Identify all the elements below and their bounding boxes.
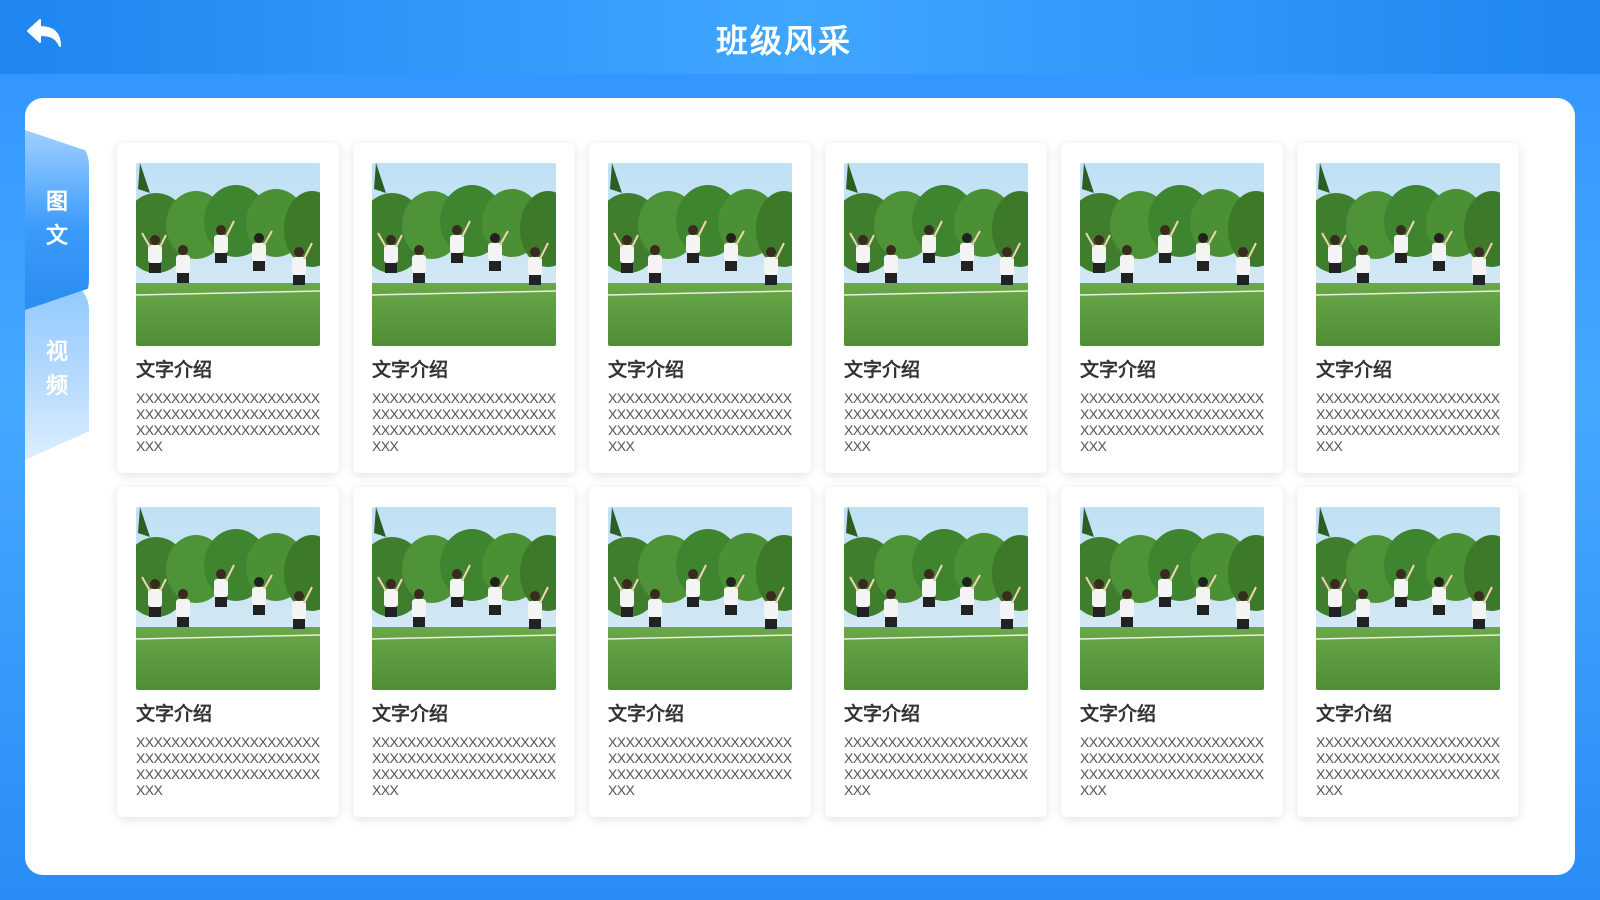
card-title: 文字介绍: [1316, 359, 1393, 381]
card-description: XXXXXXXXXXXXXXXXXXXXXXXXXXXXXXXXXXXXXXXX…: [844, 390, 1028, 454]
content-card[interactable]: 文字介绍 XXXXXXXXXXXXXXXXXXXXXXXXXXXXXXXXXXX…: [589, 487, 811, 817]
tab-video-label-2: 频: [45, 374, 68, 399]
class-photo-thumbnail: [136, 507, 320, 690]
class-photo-thumbnail: [1316, 507, 1500, 690]
tab-image-text[interactable]: 图 文: [25, 130, 89, 310]
content-card[interactable]: 文字介绍 XXXXXXXXXXXXXXXXXXXXXXXXXXXXXXXXXXX…: [1061, 143, 1283, 473]
content-card[interactable]: 文字介绍 XXXXXXXXXXXXXXXXXXXXXXXXXXXXXXXXXXX…: [825, 143, 1047, 473]
content-panel: 视 频 图 文 文字介绍 XXXXXXXXXXXXXXXXXXXXXXXXXXX…: [25, 98, 1575, 875]
card-description: XXXXXXXXXXXXXXXXXXXXXXXXXXXXXXXXXXXXXXXX…: [1316, 734, 1500, 798]
card-description: XXXXXXXXXXXXXXXXXXXXXXXXXXXXXXXXXXXXXXXX…: [608, 390, 792, 454]
card-grid: 文字介绍 XXXXXXXXXXXXXXXXXXXXXXXXXXXXXXXXXXX…: [117, 143, 1541, 817]
card-title: 文字介绍: [844, 359, 921, 381]
class-photo-thumbnail: [372, 163, 556, 346]
card-description: XXXXXXXXXXXXXXXXXXXXXXXXXXXXXXXXXXXXXXXX…: [1080, 390, 1264, 454]
content-card[interactable]: 文字介绍 XXXXXXXXXXXXXXXXXXXXXXXXXXXXXXXXXXX…: [117, 487, 339, 817]
content-card[interactable]: 文字介绍 XXXXXXXXXXXXXXXXXXXXXXXXXXXXXXXXXXX…: [1297, 487, 1519, 817]
card-title: 文字介绍: [844, 703, 921, 725]
class-photo-thumbnail: [1080, 507, 1264, 690]
side-tabs: 视 频 图 文: [25, 130, 89, 460]
tab-image-text-label-1: 图: [45, 190, 68, 215]
card-title: 文字介绍: [608, 703, 685, 725]
class-photo-thumbnail: [136, 163, 320, 346]
content-card[interactable]: 文字介绍 XXXXXXXXXXXXXXXXXXXXXXXXXXXXXXXXXXX…: [589, 143, 811, 473]
content-card[interactable]: 文字介绍 XXXXXXXXXXXXXXXXXXXXXXXXXXXXXXXXXXX…: [1297, 143, 1519, 473]
card-description: XXXXXXXXXXXXXXXXXXXXXXXXXXXXXXXXXXXXXXXX…: [136, 734, 320, 798]
content-card[interactable]: 文字介绍 XXXXXXXXXXXXXXXXXXXXXXXXXXXXXXXXXXX…: [825, 487, 1047, 817]
card-title: 文字介绍: [372, 359, 449, 381]
top-bar: 班级风采: [0, 0, 1600, 74]
card-title: 文字介绍: [608, 359, 685, 381]
card-description: XXXXXXXXXXXXXXXXXXXXXXXXXXXXXXXXXXXXXXXX…: [608, 734, 792, 798]
card-title: 文字介绍: [136, 359, 213, 381]
card-title: 文字介绍: [372, 703, 449, 725]
class-photo-thumbnail: [608, 507, 792, 690]
card-description: XXXXXXXXXXXXXXXXXXXXXXXXXXXXXXXXXXXXXXXX…: [372, 390, 556, 454]
content-card[interactable]: 文字介绍 XXXXXXXXXXXXXXXXXXXXXXXXXXXXXXXXXXX…: [117, 143, 339, 473]
class-photo-thumbnail: [844, 163, 1028, 346]
content-card[interactable]: 文字介绍 XXXXXXXXXXXXXXXXXXXXXXXXXXXXXXXXXXX…: [353, 487, 575, 817]
class-photo-thumbnail: [844, 507, 1028, 690]
content-card[interactable]: 文字介绍 XXXXXXXXXXXXXXXXXXXXXXXXXXXXXXXXXXX…: [353, 143, 575, 473]
card-description: XXXXXXXXXXXXXXXXXXXXXXXXXXXXXXXXXXXXXXXX…: [372, 734, 556, 798]
tab-image-text-label-2: 文: [45, 224, 68, 249]
card-description: XXXXXXXXXXXXXXXXXXXXXXXXXXXXXXXXXXXXXXXX…: [844, 734, 1028, 798]
card-description: XXXXXXXXXXXXXXXXXXXXXXXXXXXXXXXXXXXXXXXX…: [1080, 734, 1264, 798]
card-title: 文字介绍: [1316, 703, 1393, 725]
card-title: 文字介绍: [1080, 703, 1157, 725]
page-title: 班级风采: [715, 22, 852, 60]
card-title: 文字介绍: [136, 703, 213, 725]
card-title: 文字介绍: [1080, 359, 1157, 381]
card-description: XXXXXXXXXXXXXXXXXXXXXXXXXXXXXXXXXXXXXXXX…: [136, 390, 320, 454]
tab-video-label-1: 视: [45, 340, 68, 365]
class-photo-thumbnail: [372, 507, 556, 690]
class-photo-thumbnail: [1080, 163, 1264, 346]
card-description: XXXXXXXXXXXXXXXXXXXXXXXXXXXXXXXXXXXXXXXX…: [1316, 390, 1500, 454]
class-photo-thumbnail: [1316, 163, 1500, 346]
tab-video[interactable]: 视 频: [25, 280, 89, 460]
class-photo-thumbnail: [608, 163, 792, 346]
content-card[interactable]: 文字介绍 XXXXXXXXXXXXXXXXXXXXXXXXXXXXXXXXXXX…: [1061, 487, 1283, 817]
